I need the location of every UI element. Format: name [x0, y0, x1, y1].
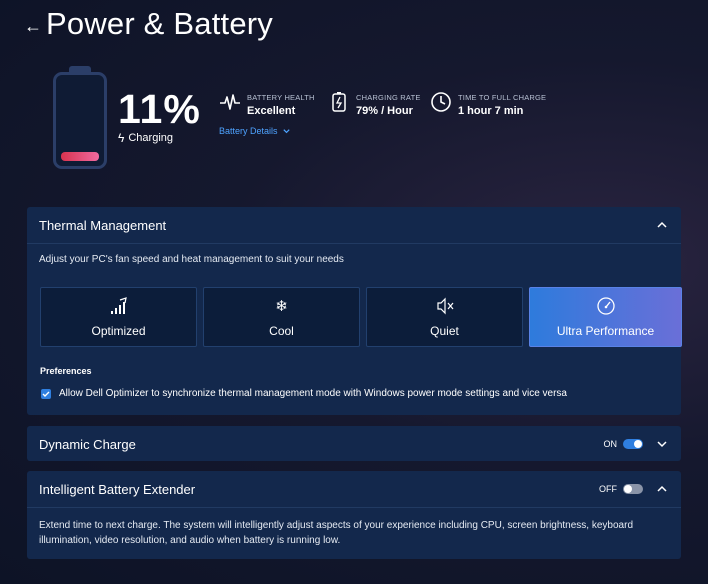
stat-caption: TIME TO FULL CHARGE [458, 93, 547, 102]
mute-speaker-icon [436, 297, 453, 315]
stat-battery-health: BATTERY HEALTH Excellent [219, 91, 315, 117]
preference-row: Allow Dell Optimizer to synchronize ther… [41, 388, 567, 399]
mode-cool[interactable]: ❄ Cool [203, 287, 360, 347]
dynamic-charge-panel: Dynamic Charge ON [27, 426, 681, 461]
mode-label: Cool [269, 324, 294, 338]
stat-value: 1 hour 7 min [458, 105, 524, 117]
mode-optimized[interactable]: Optimized [40, 287, 197, 347]
speedometer-icon [596, 297, 615, 315]
heartbeat-icon [220, 94, 240, 110]
snowflake-icon: ❄ [275, 298, 288, 315]
back-arrow-icon[interactable]: ← [24, 16, 46, 37]
lightning-icon: ϟ [118, 131, 125, 145]
dynamic-charge-toggle-group: ON [603, 439, 643, 449]
stat-value: 79% / Hour [356, 105, 413, 117]
header: ← Power & Battery [24, 6, 273, 42]
battery-extender-title: Intelligent Battery Extender [39, 481, 196, 497]
toggle-state-label: OFF [599, 484, 617, 494]
chevron-up-icon[interactable] [655, 482, 669, 496]
checkmark-icon [42, 391, 50, 397]
mode-ultra-performance[interactable]: Ultra Performance [529, 287, 682, 347]
thermal-modes: Optimized ❄ Cool Quiet Ultra Performance [40, 287, 682, 347]
clock-icon [431, 92, 451, 112]
battery-body [53, 72, 107, 169]
sync-checkbox[interactable] [41, 388, 51, 399]
thermal-management-panel: Thermal Management Adjust your PC's fan … [27, 207, 682, 415]
mode-quiet[interactable]: Quiet [366, 287, 523, 347]
stat-caption: CHARGING RATE [356, 93, 421, 102]
battery-graphic [53, 66, 107, 169]
chevron-down-icon [282, 128, 290, 133]
stat-caption: BATTERY HEALTH [247, 93, 315, 102]
toggle-state-label: ON [603, 439, 618, 449]
dynamic-charge-title: Dynamic Charge [39, 436, 136, 452]
page-title: Power & Battery [46, 6, 273, 41]
stat-time-to-full: TIME TO FULL CHARGE 1 hour 7 min [430, 91, 546, 117]
thermal-header[interactable]: Thermal Management [27, 207, 681, 243]
dynamic-charge-header[interactable]: Dynamic Charge ON [27, 426, 681, 462]
battery-extender-toggle-group: OFF [599, 484, 643, 494]
battery-extender-header[interactable]: Intelligent Battery Extender OFF [27, 471, 681, 507]
stat-charging-rate: CHARGING RATE 79% / Hour [328, 91, 421, 117]
battery-extender-description: Extend time to next charge. The system w… [39, 520, 634, 546]
battery-extender-toggle[interactable] [623, 484, 643, 494]
charging-status: ϟ Charging [118, 131, 173, 145]
stat-value: Excellent [247, 105, 296, 117]
battery-extender-panel: Intelligent Battery Extender OFF Extend … [27, 471, 681, 559]
charging-battery-icon [332, 92, 346, 112]
thermal-description: Adjust your PC's fan speed and heat mana… [39, 254, 344, 265]
thermal-title: Thermal Management [39, 217, 167, 233]
preferences-title: Preferences [40, 366, 92, 376]
battery-fill [61, 152, 99, 161]
preference-text: Allow Dell Optimizer to synchronize ther… [59, 388, 567, 399]
dynamic-charge-toggle[interactable] [623, 439, 643, 449]
charging-label: Charging [128, 132, 173, 144]
mode-label: Optimized [91, 324, 146, 338]
chevron-up-icon[interactable] [655, 218, 669, 232]
battery-details-label: Battery Details [219, 126, 278, 136]
mode-label: Quiet [430, 324, 459, 338]
signal-bars-icon [110, 297, 127, 314]
chevron-down-icon[interactable] [655, 437, 669, 451]
mode-label: Ultra Performance [556, 324, 655, 338]
battery-details-link[interactable]: Battery Details [219, 126, 291, 136]
battery-percent: 11% [118, 86, 201, 132]
